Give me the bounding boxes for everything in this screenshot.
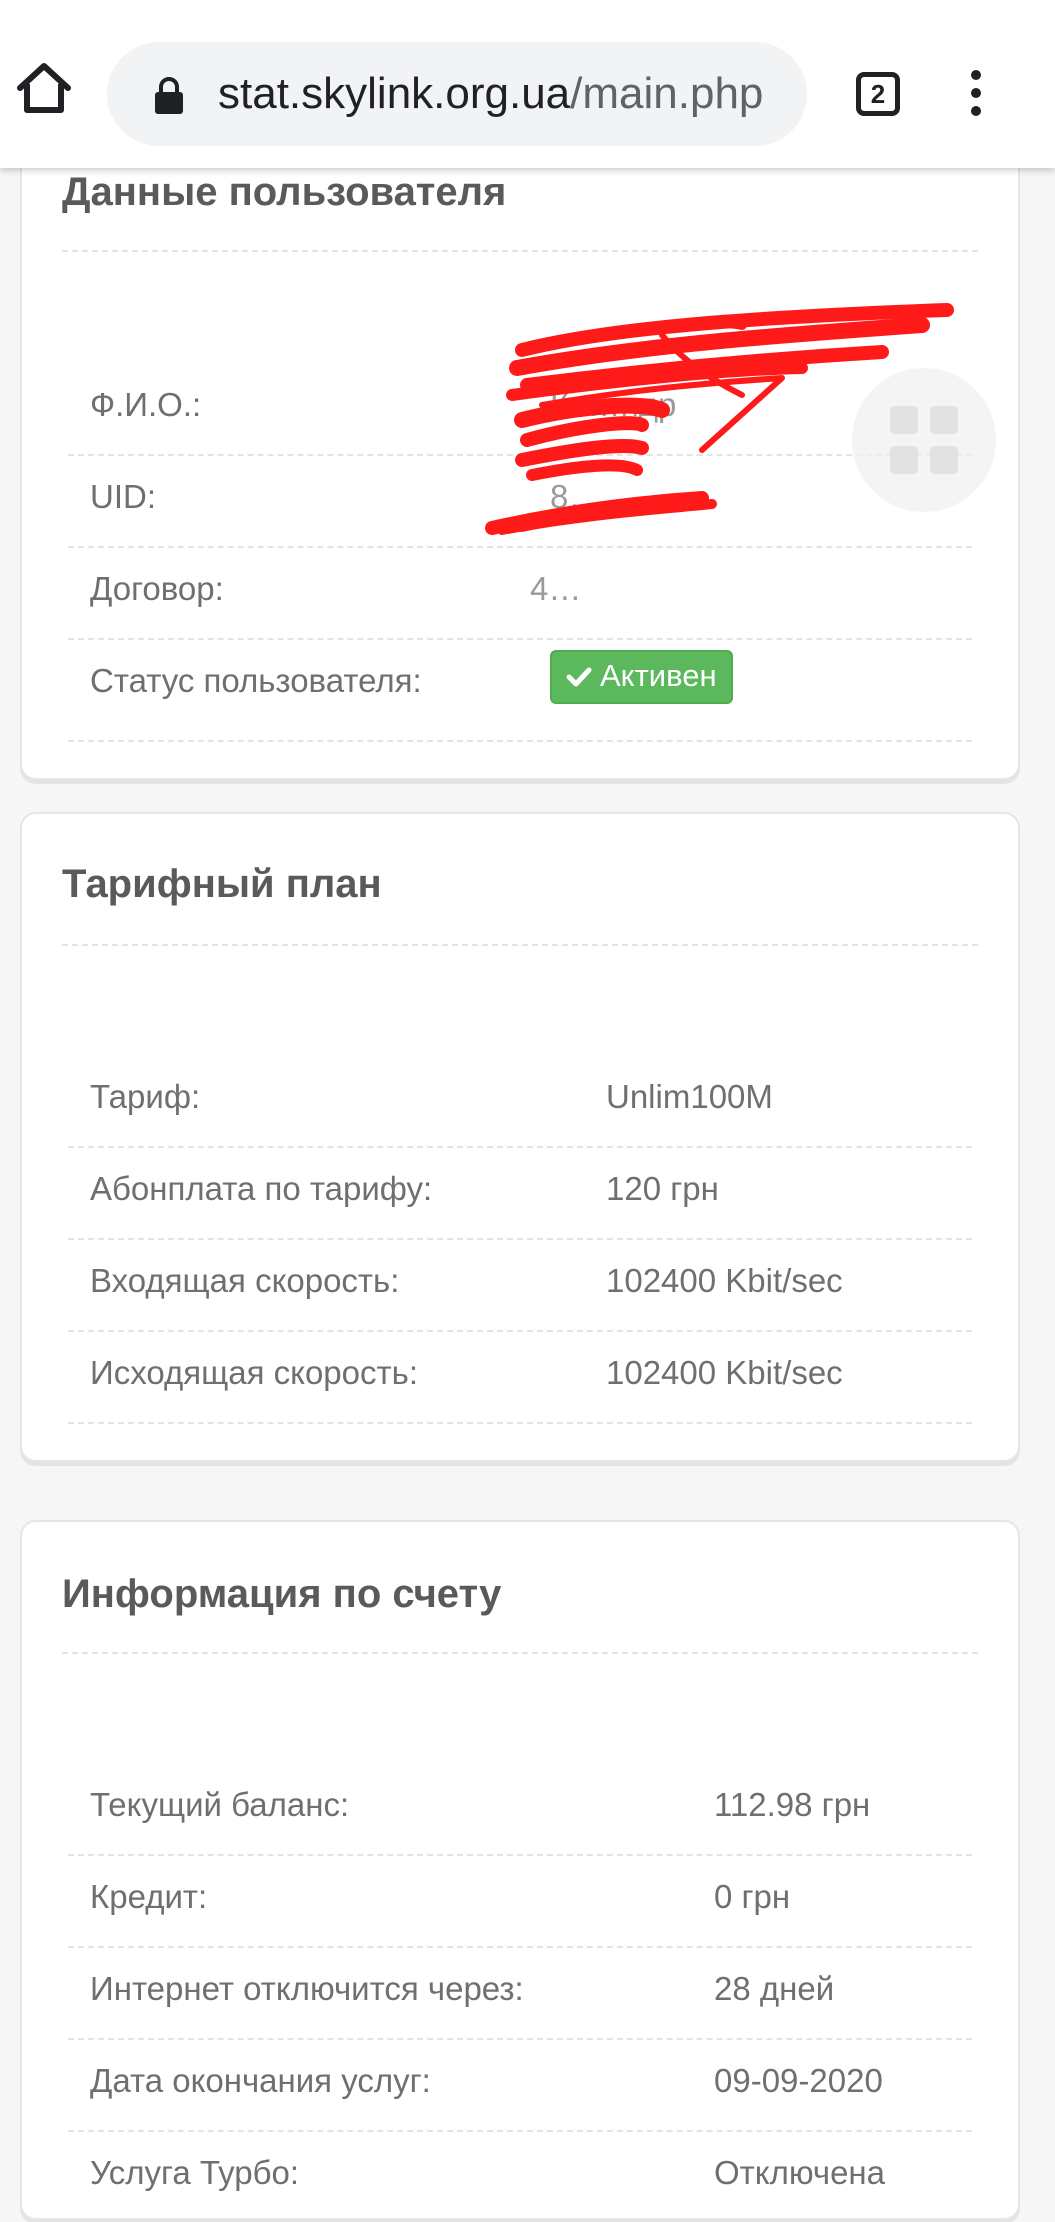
card-title: Данные пользователя	[62, 170, 507, 214]
home-icon[interactable]	[14, 60, 74, 120]
row-tariff: Тариф: Unlim100M	[68, 1054, 972, 1148]
row-balance: Текущий баланс: 112.98 грн	[68, 1762, 972, 1856]
url-text: stat.skylink.org.ua/main.php	[218, 68, 788, 120]
url-host: stat.skylink.org.ua	[218, 69, 571, 118]
check-icon	[566, 658, 592, 693]
row-label: Тариф:	[90, 1078, 201, 1115]
row-value: Отключена	[714, 2154, 885, 2191]
row-disconnect-in: Интернет отключится через: 28 дней	[68, 1946, 972, 2040]
lock-icon	[153, 76, 185, 121]
card-divider	[62, 944, 978, 946]
row-value: Unlim100M	[606, 1078, 773, 1115]
row-value: 112.98 грн	[714, 1786, 871, 1823]
row-label: Статус пользователя:	[90, 662, 422, 699]
row-label: Ф.И.О.:	[90, 386, 202, 423]
row-uid: UID: 8…	[68, 454, 972, 548]
row-contract: Договор: 4…	[68, 546, 972, 640]
row-value: 09-09-2020	[714, 2062, 883, 2099]
grid-icon	[890, 406, 918, 434]
row-label: Абонплата по тарифу:	[90, 1170, 433, 1207]
url-path: /main.php	[570, 69, 764, 118]
status-badge: Активен	[550, 650, 733, 704]
row-fio: Ф.И.О.: Ко…ндр	[68, 362, 972, 456]
floating-apps-button[interactable]	[852, 368, 996, 512]
row-value: 28 дней	[714, 1970, 835, 2007]
grid-icon-cell	[890, 446, 918, 474]
row-service-end-date: Дата окончания услуг: 09-09-2020	[68, 2038, 972, 2132]
row-value: 120 грн	[606, 1170, 719, 1207]
grid-icon-cell	[930, 446, 958, 474]
browser-toolbar: stat.skylink.org.ua/main.php 2	[0, 0, 1055, 168]
row-label: Интернет отключится через:	[90, 1970, 524, 2007]
row-turbo: Услуга Турбо: Отключена	[68, 2130, 972, 2222]
account-info-card: Информация по счету Текущий баланс: 112.…	[20, 1520, 1020, 2220]
row-value: Ко…ндр	[550, 386, 677, 423]
row-label: Исходящая скорость:	[90, 1354, 418, 1391]
row-label: Текущий баланс:	[90, 1786, 350, 1823]
tab-switcher-button[interactable]: 2	[856, 72, 900, 116]
row-value: 4…	[530, 570, 582, 607]
grid-icon-cell	[930, 406, 958, 434]
row-fee: Абонплата по тарифу: 120 грн	[68, 1146, 972, 1240]
row-download-speed: Входящая скорость: 102400 Kbit/sec	[68, 1238, 972, 1332]
row-label: Услуга Турбо:	[90, 2154, 300, 2191]
card-title: Тарифный план	[62, 862, 382, 906]
row-label: Кредит:	[90, 1878, 208, 1915]
row-value: 8…	[550, 478, 602, 515]
row-value: 102400 Kbit/sec	[606, 1262, 843, 1299]
row-status: Статус пользователя: Активен	[68, 638, 972, 742]
row-label: Договор:	[90, 570, 224, 607]
status-badge-text: Активен	[600, 658, 717, 693]
address-bar[interactable]: stat.skylink.org.ua/main.php	[107, 42, 807, 146]
card-title: Информация по счету	[62, 1572, 502, 1616]
card-divider	[62, 250, 978, 252]
row-value: 102400 Kbit/sec	[606, 1354, 843, 1391]
row-label: UID:	[90, 478, 156, 515]
row-upload-speed: Исходящая скорость: 102400 Kbit/sec	[68, 1330, 972, 1424]
row-value: 0 грн	[714, 1878, 791, 1915]
row-label: Дата окончания услуг:	[90, 2062, 431, 2099]
row-credit: Кредит: 0 грн	[68, 1854, 972, 1948]
card-divider	[62, 1652, 978, 1654]
more-menu-icon[interactable]	[968, 70, 984, 122]
tariff-plan-card: Тарифный план Тариф: Unlim100M Абонплата…	[20, 812, 1020, 1462]
row-label: Входящая скорость:	[90, 1262, 400, 1299]
